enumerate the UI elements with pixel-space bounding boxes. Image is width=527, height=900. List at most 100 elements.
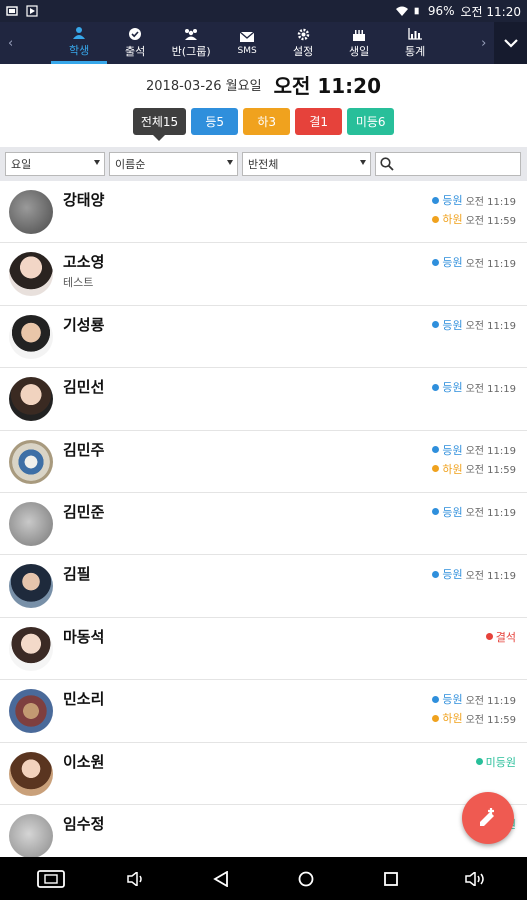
- attendance-events: 등원 오전 11:19: [432, 504, 516, 520]
- student-row[interactable]: 김필 등원 오전 11:19: [0, 555, 527, 618]
- event-type: 결석: [495, 630, 516, 644]
- sort-select[interactable]: 이름순: [109, 152, 238, 176]
- tab-students[interactable]: 학생: [51, 22, 108, 64]
- status-dot-icon: [432, 465, 440, 473]
- volume-up-button[interactable]: [456, 864, 496, 894]
- student-avatar: [9, 626, 53, 671]
- filter-all-button[interactable]: 전체15: [132, 108, 187, 141]
- battery-level: 96%: [427, 4, 455, 18]
- student-row[interactable]: 김민선 등원 오전 11:19: [0, 368, 527, 431]
- gear-icon: [297, 28, 309, 40]
- chart-icon: [408, 28, 423, 40]
- recents-button[interactable]: [371, 864, 411, 894]
- tab-birthday[interactable]: 생일: [331, 22, 387, 64]
- attendance-events: 등원 오전 11:19: [432, 566, 516, 582]
- back-button[interactable]: [201, 864, 241, 894]
- student-list: 강태양 등원 오전 11:19 하원 오전 11:59 고소영 테스트 등원 오전 11:19 기…: [0, 181, 527, 857]
- attendance-events: 미등원: [475, 754, 516, 770]
- tab-scroll-right-icon[interactable]: ›: [473, 22, 494, 64]
- student-name: 강태양: [63, 191, 105, 209]
- student-name: 고소영: [63, 253, 105, 272]
- event-time: 오전 11:19: [465, 570, 516, 582]
- attendance-event: 등원 오전 11:19: [432, 691, 516, 707]
- screenshot-icon: [6, 6, 18, 16]
- wifi-icon: [395, 6, 408, 16]
- attendance-event: 등원 오전 11:19: [432, 317, 516, 333]
- tab-settings[interactable]: 설정: [275, 22, 331, 64]
- event-time: 오전 11:59: [465, 714, 516, 726]
- student-avatar: [9, 252, 53, 297]
- home-button[interactable]: [286, 864, 326, 894]
- student-row[interactable]: 민소리 등원 오전 11:19 하원 오전 11:59: [0, 680, 527, 743]
- attendance-event: 등원 오전 11:19: [432, 566, 516, 582]
- tab-sms[interactable]: SMS: [219, 22, 275, 64]
- current-time: 오전 11:20: [273, 73, 381, 98]
- event-type: 하원: [442, 712, 463, 726]
- status-dot-icon: [432, 508, 440, 516]
- status-bar: 96% 오전 11:20: [0, 0, 527, 22]
- class-select[interactable]: 반전체: [242, 152, 371, 176]
- status-dot-icon: [485, 633, 493, 641]
- tab-attendance[interactable]: 출석: [107, 22, 163, 64]
- attendance-event: 미등원: [475, 754, 516, 770]
- tab-scroll-left-icon[interactable]: ‹: [0, 22, 21, 64]
- filter-not-arrived-button[interactable]: 미등6: [347, 108, 395, 135]
- student-row[interactable]: 이소원 미등원: [0, 743, 527, 805]
- search-input[interactable]: [375, 152, 521, 176]
- dropdown-arrow-icon: [360, 160, 366, 165]
- status-dot-icon: [432, 695, 440, 703]
- status-dot-icon: [432, 321, 440, 329]
- screenshot-button[interactable]: [31, 864, 71, 894]
- filter-absent-button[interactable]: 결1: [295, 108, 343, 135]
- attendance-events: 등원 오전 11:19 하원 오전 11:59: [432, 691, 516, 726]
- tab-class-group[interactable]: 반(그룹): [163, 22, 219, 64]
- edit-plus-icon: [480, 808, 494, 826]
- event-type: 하원: [442, 462, 463, 476]
- filter-left-button[interactable]: 하3: [243, 108, 291, 135]
- add-edit-fab-button[interactable]: [462, 792, 514, 844]
- student-name: 김필: [63, 565, 91, 584]
- student-row[interactable]: 김민주 등원 오전 11:19 하원 오전 11:59: [0, 431, 527, 493]
- student-name: 마동석: [63, 627, 105, 646]
- student-avatar: [9, 501, 53, 546]
- event-time: 오전 11:19: [465, 446, 516, 458]
- tab-statistics[interactable]: 통계: [387, 22, 443, 64]
- student-name: 임수정: [63, 814, 105, 833]
- student-memo: 테스트: [63, 276, 94, 290]
- filter-arrived-button[interactable]: 등5: [191, 108, 239, 135]
- back-icon: [213, 870, 228, 887]
- student-avatar: [9, 813, 53, 857]
- clock: 오전 11:20: [460, 4, 521, 19]
- student-avatar: [9, 751, 53, 796]
- search-icon: [380, 157, 394, 171]
- attendance-events: 등원 오전 11:19: [432, 379, 516, 395]
- volume-down-icon: [126, 871, 142, 886]
- event-type: 미등원: [485, 755, 516, 769]
- event-time: 오전 11:19: [465, 383, 516, 395]
- attendance-event: 결석: [485, 629, 516, 645]
- student-row[interactable]: 마동석 결석: [0, 618, 527, 681]
- status-filter-bar: 전체15 등5 하3 결1 미등6: [0, 108, 527, 141]
- play-store-icon: [26, 5, 38, 17]
- student-row[interactable]: 기성룡 등원 오전 11:19: [0, 306, 527, 369]
- student-name: 민소리: [63, 690, 105, 709]
- student-avatar: [9, 377, 53, 422]
- student-avatar: [9, 439, 53, 484]
- mail-icon: [240, 32, 255, 42]
- student-name: 기성룡: [63, 315, 105, 334]
- status-dot-icon: [432, 570, 440, 578]
- student-row[interactable]: 고소영테스트 등원 오전 11:19: [0, 243, 527, 306]
- attendance-events: 등원 오전 11:19: [432, 254, 516, 270]
- student-row[interactable]: 김민준 등원 오전 11:19: [0, 493, 527, 556]
- menu-dropdown-button[interactable]: [494, 22, 527, 64]
- day-select[interactable]: 요일: [5, 152, 105, 176]
- user-icon: [73, 27, 86, 39]
- event-type: 등원: [442, 568, 463, 582]
- student-row[interactable]: 강태양 등원 오전 11:19 하원 오전 11:59: [0, 181, 527, 244]
- check-icon: [129, 28, 142, 40]
- event-type: 하원: [442, 213, 463, 226]
- student-row[interactable]: 임수정미등원: [0, 805, 527, 857]
- volume-down-button[interactable]: [116, 864, 156, 894]
- event-time: 오전 11:19: [465, 508, 516, 520]
- dropdown-arrow-icon: [94, 160, 100, 165]
